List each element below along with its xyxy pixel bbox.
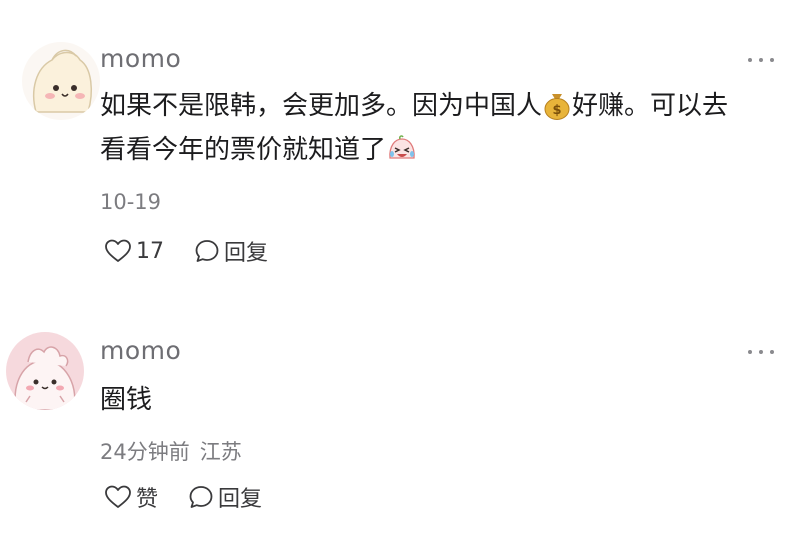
reply-label: 回复 [218, 487, 263, 512]
comment-location: 江苏 [199, 440, 242, 464]
comment-item: momo 圈钱 24分钟前 江苏 赞 回复 [0, 290, 808, 538]
comment-item: momo 如果不是限韩，会更加多。因为中国人 $ 好赚。可以去 看看今年的票价就… [0, 0, 808, 290]
heart-icon [105, 239, 131, 262]
reply-button[interactable]: 回复 [188, 481, 262, 513]
avatar-cartoon-image [22, 42, 100, 120]
avatar-cartoon-image [6, 332, 84, 410]
username[interactable]: momo [100, 44, 181, 73]
crying-laughing-emoji [387, 134, 417, 164]
comment-actions: 17 回复 [104, 236, 268, 266]
comment-actions: 赞 回复 [104, 482, 262, 512]
comment-time: 24分钟前 [100, 440, 190, 464]
comment-meta: 24分钟前 江苏 [100, 436, 242, 466]
more-options-button[interactable] [748, 52, 774, 68]
like-button[interactable]: 赞 [104, 481, 158, 513]
comment-bubble-icon [195, 240, 219, 262]
comment-bubble-icon [189, 486, 213, 508]
username[interactable]: momo [100, 336, 181, 365]
svg-text:$: $ [552, 103, 561, 118]
heart-icon [105, 485, 131, 508]
avatar[interactable] [22, 42, 100, 120]
like-button[interactable]: 17 [104, 238, 164, 264]
money-bag-emoji: $ [543, 90, 571, 120]
like-count: 17 [136, 238, 164, 264]
reply-button[interactable]: 回复 [194, 235, 268, 267]
comment-time: 10-19 [100, 190, 162, 214]
like-label: 赞 [136, 487, 159, 512]
comment-text: 圈钱 [100, 385, 153, 415]
comment-text: 如果不是限韩，会更加多。因为中国人 $ 好赚。可以去 看看今年的票价就知道了 [100, 90, 729, 165]
reply-label: 回复 [224, 241, 269, 266]
comment-meta: 10-19 [100, 190, 161, 214]
more-dots-icon [748, 350, 752, 354]
comment-feed: momo 如果不是限韩，会更加多。因为中国人 $ 好赚。可以去 看看今年的票价就… [0, 0, 808, 538]
avatar[interactable] [6, 332, 84, 410]
more-dots-icon [748, 58, 752, 62]
more-options-button[interactable] [748, 344, 774, 360]
